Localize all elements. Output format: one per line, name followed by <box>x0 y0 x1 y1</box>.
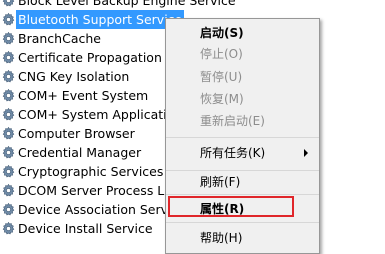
service-name: BranchCache <box>18 31 101 46</box>
service-name: Device Install Service <box>18 221 153 236</box>
service-name: Cryptographic Services <box>18 164 164 179</box>
context-menu: 启动(S) 停止(O) 暂停(U) 恢复(M) 重新启动(E) 所有任务(K) … <box>165 18 320 254</box>
service-row[interactable]: Block Level Backup Engine Service <box>0 0 385 10</box>
service-name: Device Association Service <box>18 202 187 217</box>
menu-item-stop: 停止(O) <box>200 47 243 61</box>
menu-item-restart: 重新启动(E) <box>200 114 265 128</box>
service-name: Credential Manager <box>18 145 142 160</box>
service-name: COM+ System Application <box>18 107 183 122</box>
service-gear-icon <box>1 12 16 27</box>
service-gear-icon <box>1 88 16 103</box>
menu-separator <box>166 222 319 223</box>
service-name: Certificate Propagation <box>18 50 162 65</box>
service-name: CNG Key Isolation <box>18 69 130 84</box>
service-gear-icon <box>1 31 16 46</box>
service-name: COM+ Event System <box>18 88 149 103</box>
menu-item-refresh[interactable]: 刷新(F) <box>200 173 240 191</box>
service-name: Computer Browser <box>18 126 135 141</box>
service-gear-icon <box>1 202 16 217</box>
service-name: Block Level Backup Engine Service <box>18 0 236 8</box>
menu-separator <box>166 194 319 195</box>
menu-separator <box>166 137 319 138</box>
submenu-arrow-icon <box>304 149 308 157</box>
menu-item-resume: 恢复(M) <box>200 92 244 106</box>
service-gear-icon <box>1 145 16 160</box>
properties-highlight-box <box>168 196 294 217</box>
service-name: Bluetooth Support Service <box>16 10 185 29</box>
menu-separator <box>166 170 319 171</box>
menu-item-all-tasks[interactable]: 所有任务(K) <box>200 144 265 162</box>
service-gear-icon <box>1 0 16 8</box>
service-gear-icon <box>1 183 16 198</box>
service-gear-icon <box>1 50 16 65</box>
menu-item-help[interactable]: 帮助(H) <box>200 229 242 247</box>
services-window: Block Level Backup Engine Service Blueto… <box>0 0 385 254</box>
service-gear-icon <box>1 164 16 179</box>
menu-item-pause: 暂停(U) <box>200 70 243 84</box>
service-gear-icon <box>1 69 16 84</box>
menu-item-start[interactable]: 启动(S) <box>200 24 244 42</box>
service-gear-icon <box>1 126 16 141</box>
service-gear-icon <box>1 107 16 122</box>
service-gear-icon <box>1 221 16 236</box>
